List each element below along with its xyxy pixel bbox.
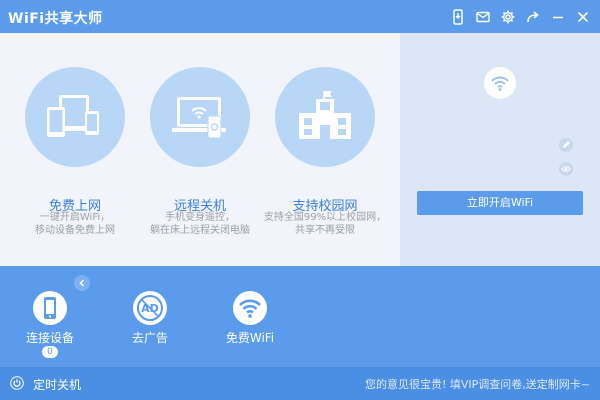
mail-icon[interactable] [475, 9, 491, 25]
feature-desc-line: 躺在床上远程关闭电脑 [150, 225, 250, 236]
pencil-icon[interactable] [559, 138, 573, 152]
wifi-share-master-window: WiFi共享大师 免费上网 一键开启WiFi， 移动设备免费上网 远程关机 手机… [0, 0, 600, 400]
campus-building-icon [275, 67, 375, 167]
minimize-icon[interactable] [550, 9, 566, 25]
devices-icon [25, 67, 125, 167]
device-count-badge: 0 [42, 346, 58, 358]
eye-icon[interactable] [559, 162, 573, 176]
feature-desc-line: 共享不再受限 [295, 225, 355, 236]
wifi-icon [484, 67, 516, 99]
phone-icon [33, 291, 67, 325]
tool-label: 免费WiFi [225, 331, 275, 345]
svg-text:AD: AD [141, 302, 159, 315]
app-title: WiFi共享大师 [8, 11, 103, 27]
wifi-icon [233, 291, 267, 325]
feature-desc-line: 支持全国99%以上校园网， [263, 212, 387, 223]
feature-desc-line: 一键开启WiFi， [39, 212, 111, 223]
feature-desc-line: 移动设备免费上网 [35, 225, 115, 236]
share-icon[interactable] [525, 9, 541, 25]
laptop-phone-icon [150, 67, 250, 167]
feature-desc: 手机变身遥控， 躺在床上远程关闭电脑 [135, 211, 265, 237]
hotspot-panel: 立即开启WiFi [400, 33, 600, 266]
tool-label: 去广告 [131, 331, 168, 345]
power-icon[interactable] [10, 376, 24, 390]
timed-shutdown-link[interactable]: 定时关机 [33, 376, 81, 393]
title-bar: WiFi共享大师 [0, 0, 600, 33]
close-icon[interactable] [575, 9, 591, 25]
feature-desc: 一键开启WiFi， 移动设备免费上网 [10, 211, 140, 237]
gear-icon[interactable] [500, 9, 516, 25]
feature-desc: 支持全国99%以上校园网， 共享不再受限 [260, 211, 390, 237]
tool-label: 连接设备 [25, 331, 74, 345]
survey-link[interactable]: 您的意见很宝贵! 填VIP调查问卷,送定制网卡~ [365, 376, 590, 392]
phone-download-icon[interactable] [450, 9, 466, 25]
start-wifi-button[interactable]: 立即开启WiFi [417, 191, 583, 215]
footer-bar: 定时关机 您的意见很宝贵! 填VIP调查问卷,送定制网卡~ [0, 367, 600, 400]
tools-bar: 连接设备 0 AD 去广告 免费WiFi [0, 266, 600, 367]
ad-block-icon: AD [133, 291, 167, 325]
feature-desc-line: 手机变身遥控， [165, 212, 235, 223]
chevron-left-icon[interactable] [74, 275, 90, 291]
